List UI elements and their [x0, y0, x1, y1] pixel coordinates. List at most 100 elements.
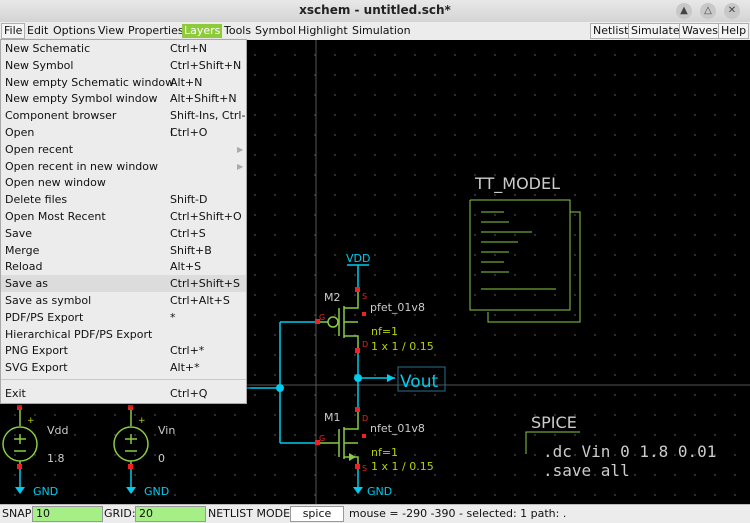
vdd-net-label: VDD [346, 252, 370, 265]
menu-item-accel: Alt+N [170, 75, 203, 89]
menu-item-label: PNG Export [5, 344, 68, 358]
netlist-button[interactable]: Netlist [590, 23, 632, 39]
menu-item-label: Component browser [5, 109, 117, 123]
menu-item-accel: Ctrl+S [170, 226, 206, 240]
vdd-voltage-source[interactable]: + Vdd 1.8 [2, 405, 69, 469]
menu-item-delete-files[interactable]: Delete files Shift-D [1, 191, 246, 208]
vin-voltage-source[interactable]: + Vin 0 [113, 405, 175, 469]
menu-item-label: PDF/PS Export [5, 310, 84, 324]
menu-simulation[interactable]: Simulation [350, 24, 413, 38]
spice-line-1: .dc Vin 0 1.8 0.01 [543, 442, 716, 461]
menu-item-accel: Ctrl+* [170, 344, 205, 358]
menu-item-new-empty-schematic-window[interactable]: New empty Schematic window Alt+N [1, 74, 246, 91]
menu-item-open-new-window[interactable]: Open new window [1, 174, 246, 191]
menu-item-label: New empty Schematic window [5, 75, 175, 89]
menu-item-open-recent[interactable]: Open recent ▶ [1, 141, 246, 158]
menu-edit[interactable]: Edit [25, 24, 50, 38]
grid-label: GRID: [104, 507, 136, 520]
menu-item-merge[interactable]: Merge Shift+B [1, 242, 246, 259]
gnd-symbol-3: GND [353, 485, 392, 498]
menu-item-new-symbol[interactable]: New Symbol Ctrl+Shift+N [1, 57, 246, 74]
menu-item-accel: Ctrl+O [170, 126, 208, 139]
menu-item-accel: Ctrl+Shift+S [170, 277, 240, 291]
gnd-label-2: GND [144, 485, 169, 498]
waves-button[interactable]: Waves [679, 23, 721, 39]
spice-code-block[interactable]: SPICE .dc Vin 0 1.8 0.01 .save all [525, 413, 716, 480]
m1-model: nfet_01v8 [370, 422, 425, 435]
m2-source-pin: S [362, 292, 367, 301]
vin-source-name: Vin [158, 424, 175, 437]
menu-item-accel: Ctrl+N [170, 42, 208, 55]
nfet-m1[interactable]: M1 nfet_01v8 nf=1 1 x 1 / 0.15 G D S [315, 407, 434, 473]
menu-item-accel: Shift-D [170, 193, 208, 207]
menu-symbol[interactable]: Symbol [253, 24, 298, 38]
menu-tools[interactable]: Tools [222, 24, 253, 38]
menu-item-label: New empty Symbol window [5, 92, 158, 106]
menu-file[interactable]: File [1, 23, 26, 39]
m2-drain-pin: D [362, 340, 368, 349]
grid-field[interactable]: 20 [135, 506, 206, 522]
menu-item-save[interactable]: Save Ctrl+S [1, 225, 246, 242]
menu-item-component-browser[interactable]: Component browser Shift-Ins, Ctrl-I [1, 107, 246, 139]
menu-view[interactable]: View [96, 24, 126, 38]
snap-label: SNAP: [2, 507, 36, 520]
submenu-arrow-icon: ▶ [237, 144, 244, 154]
menu-item-reload[interactable]: Reload Alt+S [1, 258, 246, 275]
vin-source-value: 0 [158, 452, 165, 465]
menu-item-accel: Alt+Shift+N [170, 92, 237, 106]
menu-item-accel: Shift+B [170, 243, 212, 257]
simulate-button[interactable]: Simulate [628, 23, 683, 39]
menu-item-new-schematic[interactable]: New Schematic Ctrl+N [1, 40, 246, 57]
minimize-icon[interactable]: ▲ [676, 3, 692, 19]
vin-plus-mark: + [138, 416, 146, 426]
window-title: xschem - untitled.sch* [299, 3, 451, 17]
file-menu-dropdown: New Schematic Ctrl+N New Symbol Ctrl+Shift… [0, 39, 247, 404]
status-bar: SNAP: 10 GRID: 20 NETLIST MODE: spice mo… [0, 504, 750, 523]
menu-options[interactable]: Options [51, 24, 97, 38]
menu-item-png-export[interactable]: PNG Export Ctrl+* [1, 342, 246, 359]
status-info: mouse = -290 -390 - selected: 1 path: . [349, 507, 567, 520]
tt-model-symbol[interactable]: TT_MODEL [469, 174, 581, 323]
spice-title: SPICE [531, 413, 577, 432]
m2-name: M2 [324, 291, 341, 304]
menu-item-new-empty-symbol-window[interactable]: New empty Symbol window Alt+Shift+N [1, 90, 246, 107]
menu-item-pdf-ps-export[interactable]: PDF/PS Export * [1, 309, 246, 326]
menu-layers[interactable]: Layers [182, 24, 223, 38]
menu-item-label: Open recent [5, 142, 74, 156]
menu-item-label: Open new window [5, 176, 106, 190]
vdd-source-name: Vdd [47, 424, 69, 437]
menu-item-accel: Ctrl+Shift+N [170, 58, 242, 72]
m1-arrow-icon [349, 453, 356, 461]
netlist-mode-label: NETLIST MODE: [208, 507, 294, 520]
menu-item-label: Open [5, 126, 35, 139]
vdd-plus-mark: + [27, 416, 35, 426]
m1-source-pin: S [362, 464, 367, 473]
menu-item-hierarchical-pdf-ps-export[interactable]: Hierarchical PDF/PS Export [1, 326, 246, 343]
maximize-icon[interactable]: △ [700, 3, 716, 19]
menu-item-accel: Ctrl+Q [170, 387, 208, 400]
junction-input [276, 384, 284, 392]
pfet-m2[interactable]: M2 pfet_01v8 nf=1 1 x 1 / 0.15 G S D [315, 287, 434, 353]
menu-item-label: Hierarchical PDF/PS Export [5, 327, 153, 341]
menu-item-label: Reload [5, 260, 43, 274]
menu-item-accel: Alt+S [170, 260, 202, 274]
menu-item-label: New Schematic [5, 42, 91, 55]
close-icon[interactable]: ✕ [724, 3, 740, 19]
m1-drain-pin: D [362, 414, 368, 423]
menu-properties[interactable]: Properties [126, 24, 186, 38]
help-button[interactable]: Help [718, 23, 750, 39]
menu-item-open[interactable]: Open Ctrl+O [1, 124, 246, 141]
netlist-mode-field[interactable]: spice [290, 506, 344, 522]
menu-item-save-as-symbol[interactable]: Save as symbol Ctrl+Alt+S [1, 292, 246, 309]
title-bar: xschem - untitled.sch* ▲ △ ✕ [0, 0, 750, 23]
menu-item-svg-export[interactable]: SVG Export Alt+* [1, 359, 246, 376]
menu-item-open-most-recent[interactable]: Open Most Recent Ctrl+Shift+O [1, 208, 246, 225]
menu-highlight[interactable]: Highlight [296, 24, 350, 38]
menu-item-exit[interactable]: Exit Ctrl+Q [1, 385, 246, 402]
menu-item-label: Save as symbol [5, 294, 92, 307]
menu-item-save-as[interactable]: Save as Ctrl+Shift+S [1, 275, 246, 293]
snap-field[interactable]: 10 [32, 506, 103, 522]
menu-item-label: Exit [5, 387, 26, 400]
menu-item-open-recent-new-window[interactable]: Open recent in new window ▶ [1, 158, 246, 175]
junction-output [354, 374, 362, 382]
